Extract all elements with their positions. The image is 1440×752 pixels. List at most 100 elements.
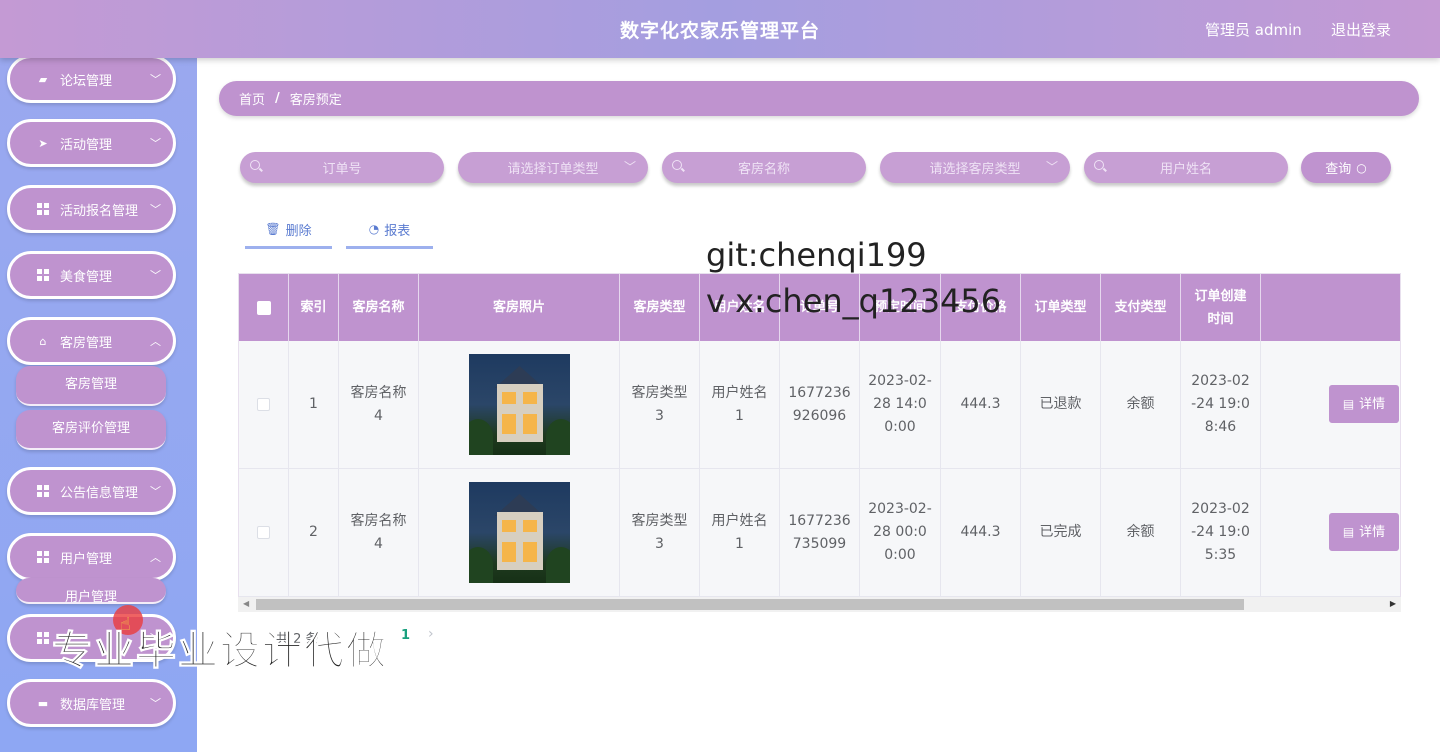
cell-index: 1: [289, 341, 339, 468]
chevron-down-icon: ﹀: [150, 697, 161, 710]
orders-table: 索引 客房名称 客房照片 客房类型 用户姓名 订单号 预定时间 支付价格 订单类…: [238, 273, 1401, 611]
room-type-select[interactable]: 请选择客房类型 ﹀: [880, 152, 1070, 183]
sidebar-item-activity[interactable]: ➤ 活动管理 ﹀: [7, 119, 176, 167]
col-room-photo: 客房照片: [419, 274, 620, 341]
sidebar-item-activity-signup[interactable]: 活动报名管理 ﹀: [7, 185, 176, 233]
user-name-input[interactable]: 用户姓名: [1084, 152, 1288, 183]
sidebar-subitem-room-manage[interactable]: 客房管理: [16, 366, 166, 406]
scroll-right-icon[interactable]: ▶: [1390, 599, 1396, 608]
report-label: 报表: [384, 223, 411, 239]
room-photo[interactable]: [468, 482, 570, 583]
chevron-down-icon: ﹀: [150, 203, 161, 216]
grid-icon: [36, 202, 50, 216]
sidebar-item-notice[interactable]: 公告信息管理 ﹀: [7, 467, 176, 515]
room-name-input[interactable]: 客房名称: [662, 152, 866, 183]
col-room-name: 客房名称: [339, 274, 419, 341]
report-button[interactable]: ◔ 报表: [346, 212, 433, 249]
chevron-down-icon: ﹀: [1045, 160, 1058, 174]
trash-icon: 🗑: [265, 222, 281, 236]
table-row: 2 客房名称4 客房类型3 用户姓名1 1677236735099 2023-0…: [239, 469, 1400, 597]
sidebar-item-label: 活动报名管理: [60, 203, 139, 219]
select-all-checkbox[interactable]: [256, 300, 271, 315]
detail-button[interactable]: ▤ 详情: [1329, 513, 1399, 551]
sidebar-item-food[interactable]: 美食管理 ﹀: [7, 251, 176, 299]
grid-icon: [36, 484, 50, 498]
database-icon: ▬: [37, 696, 49, 710]
order-no-placeholder: 订单号: [322, 162, 362, 177]
watermark-vx: v x:chen_q123456: [706, 282, 1002, 320]
room-photo[interactable]: [468, 354, 570, 455]
delete-button[interactable]: 🗑 删除: [245, 212, 332, 249]
sidebar-item-label: 用户管理: [60, 551, 113, 567]
pie-chart-icon: ◔: [368, 222, 380, 236]
document-icon: ▤: [1342, 396, 1355, 411]
chevron-right-icon[interactable]: ›: [428, 626, 434, 642]
detail-label: 详情: [1359, 396, 1386, 412]
cell-user-name: 用户姓名1: [700, 341, 780, 468]
search-icon: [672, 160, 682, 170]
breadcrumb-home[interactable]: 首页: [239, 89, 265, 108]
cell-reserve-time: 2023-02-28 14:00:00: [860, 341, 941, 468]
cell-order-no: 1677236926096: [780, 341, 860, 468]
order-type-select[interactable]: 请选择订单类型 ﹀: [458, 152, 648, 183]
user-name-placeholder: 用户姓名: [1159, 162, 1212, 177]
cell-price: 444.3: [941, 469, 1021, 596]
detail-button[interactable]: ▤ 详情: [1329, 385, 1399, 423]
comment-icon: ▰: [38, 72, 48, 86]
watermark-git: git:chenqi199: [706, 236, 927, 274]
watermark-promo: 专业毕业设计代做: [52, 628, 388, 675]
logout-button[interactable]: 退出登录: [1331, 19, 1391, 40]
row-checkbox[interactable]: [257, 526, 270, 539]
order-no-input[interactable]: 订单号: [240, 152, 444, 183]
sidebar-item-label: 论坛管理: [60, 73, 113, 89]
sidebar-item-database[interactable]: ▬ 数据库管理 ﹀: [7, 679, 176, 727]
cell-created: 2023-02-24 19:05:35: [1181, 469, 1261, 596]
search-icon: [250, 160, 260, 170]
sidebar-item-forum[interactable]: ▰ 论坛管理 ﹀: [7, 58, 176, 103]
cell-order-no: 1677236735099: [780, 469, 860, 596]
send-icon: ➤: [38, 136, 48, 150]
search-icon: [1094, 160, 1104, 170]
breadcrumb-current: 客房预定: [289, 93, 342, 108]
col-room-type: 客房类型: [620, 274, 700, 341]
cell-user-name: 用户姓名1: [700, 469, 780, 596]
row-select-cell: [239, 341, 289, 468]
scroll-left-icon[interactable]: ◀: [243, 599, 249, 608]
chevron-down-icon: ﹀: [150, 485, 161, 498]
scrollbar-thumb[interactable]: [256, 599, 1244, 610]
chevron-down-icon: ︿: [150, 551, 161, 564]
detail-label: 详情: [1359, 524, 1386, 540]
search-icon: ○: [1356, 160, 1367, 175]
query-label: 查询: [1325, 162, 1352, 177]
delete-label: 删除: [285, 223, 312, 239]
sidebar-item-label: 美食管理: [60, 269, 113, 285]
sidebar-subitem-room-review[interactable]: 客房评价管理: [16, 410, 166, 450]
cell-room-name: 客房名称4: [339, 469, 419, 596]
grid-icon: [36, 631, 50, 645]
cell-index: 2: [289, 469, 339, 596]
chevron-down-icon: ﹀: [150, 73, 161, 86]
col-pay-type: 支付类型: [1101, 274, 1181, 341]
row-checkbox[interactable]: [257, 398, 270, 411]
grid-icon: [36, 550, 50, 564]
row-select-cell: [239, 469, 289, 596]
order-type-placeholder: 请选择订单类型: [507, 162, 599, 177]
room-name-placeholder: 客房名称: [737, 162, 790, 177]
chevron-down-icon: ﹀: [150, 269, 161, 282]
pagination-page[interactable]: 1: [401, 628, 410, 643]
select-all-cell: [239, 274, 289, 341]
cell-actions: ▤ 详情: [1261, 469, 1400, 596]
sidebar-item-user[interactable]: 用户管理 ︿: [7, 533, 176, 581]
cell-created: 2023-02-24 19:08:46: [1181, 341, 1261, 468]
top-header: 数字化农家乐管理平台 管理员 admin 退出登录: [0, 0, 1440, 58]
sidebar-item-room[interactable]: ⌂ 客房管理 ︿: [7, 317, 176, 365]
sidebar-item-label: 客房管理: [60, 335, 113, 351]
sidebar-subitem-user-manage[interactable]: 用户管理: [16, 578, 166, 604]
query-button[interactable]: 查询 ○: [1301, 152, 1391, 183]
breadcrumb-separator: /: [275, 91, 280, 106]
table-horizontal-scrollbar[interactable]: ◀ ▶: [238, 597, 1401, 612]
cell-order-type: 已完成: [1021, 469, 1101, 596]
cell-room-type: 客房类型3: [620, 341, 700, 468]
breadcrumb: 首页 / 客房预定: [219, 81, 1419, 116]
cell-room-type: 客房类型3: [620, 469, 700, 596]
